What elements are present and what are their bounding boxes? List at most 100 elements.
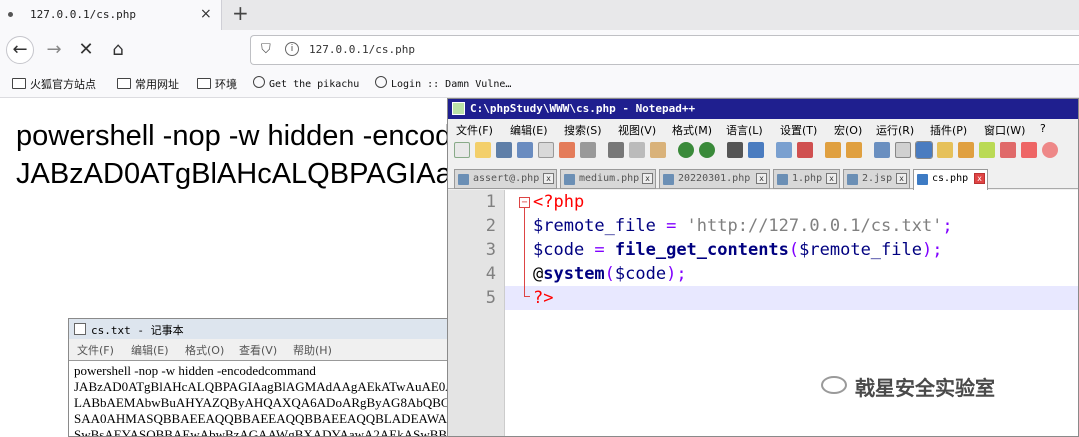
code-operator: = <box>655 216 687 236</box>
redo-icon[interactable] <box>699 142 715 158</box>
sync-h-icon[interactable] <box>846 142 862 158</box>
browser-tab[interactable]: 127.0.0.1/cs.php × <box>0 0 222 30</box>
menu-help[interactable]: ? <box>1040 122 1046 135</box>
replace-icon[interactable] <box>748 142 764 158</box>
bookmark-item[interactable]: Login :: Damn Vulne… <box>375 76 511 90</box>
code-operator: ; <box>942 216 953 236</box>
word-wrap-icon[interactable] <box>874 142 890 158</box>
cut-icon[interactable] <box>608 142 624 158</box>
paste-icon[interactable] <box>650 142 666 158</box>
find-icon[interactable] <box>727 142 743 158</box>
show-all-chars-icon[interactable] <box>895 142 911 158</box>
tab-close-icon[interactable]: x <box>756 173 767 184</box>
file-tab[interactable]: medium.php x <box>560 169 656 189</box>
menu-format[interactable]: 格式(M) <box>672 122 712 138</box>
wechat-logo-icon <box>821 376 847 394</box>
open-folder-icon[interactable] <box>475 142 491 158</box>
file-tab[interactable]: assert@.php x <box>454 169 557 189</box>
bookmark-item[interactable]: 常用网址 <box>117 76 179 92</box>
tab-close-icon[interactable]: x <box>543 173 554 184</box>
tab-close-icon[interactable]: x <box>974 173 985 184</box>
new-tab-button[interactable]: + <box>232 1 249 25</box>
text-line: SAA0AHMASQBBAEEAQQBBAEEAQQBBAEEAQQBLADEA… <box>74 411 448 426</box>
url-text[interactable]: 127.0.0.1/cs.php <box>309 43 415 56</box>
file-tab[interactable]: 20220301.php x <box>659 169 770 189</box>
menu-file[interactable]: 文件(F) <box>456 122 493 138</box>
new-file-icon[interactable] <box>454 142 470 158</box>
file-tab[interactable]: 2.jsp x <box>843 169 910 189</box>
line-number: 5 <box>485 288 496 308</box>
tab-close-icon[interactable]: × <box>200 6 212 22</box>
menu-run[interactable]: 运行(R) <box>876 122 914 138</box>
notepadpp-titlebar[interactable]: C:\phpStudy\WWW\cs.php - Notepad++ <box>448 99 1078 119</box>
tab-close-icon[interactable]: x <box>896 173 907 184</box>
folder-icon <box>12 78 26 89</box>
menu-help[interactable]: 帮助(H) <box>293 342 332 358</box>
tab-close-icon[interactable]: x <box>642 173 653 184</box>
zoom-out-icon[interactable] <box>797 142 813 158</box>
bookmark-item[interactable]: 火狐官方站点 <box>12 76 96 92</box>
tab-title: 127.0.0.1/cs.php <box>30 8 136 21</box>
doc-map-icon[interactable] <box>937 142 953 158</box>
back-button[interactable]: ← <box>6 36 34 64</box>
close-all-icon[interactable] <box>559 142 575 158</box>
save-icon[interactable] <box>496 142 512 158</box>
tab-label: 20220301.php <box>678 173 751 184</box>
bookmark-item[interactable]: Get the pikachu <box>253 76 359 90</box>
window-title: cs.txt - 记事本 <box>91 324 184 337</box>
shield-icon[interactable]: ⛉ <box>261 42 271 57</box>
menu-macro[interactable]: 宏(O) <box>834 122 862 138</box>
fold-toggle-icon[interactable]: − <box>519 197 530 208</box>
file-tab[interactable]: 1.php x <box>773 169 840 189</box>
tab-label: medium.php <box>579 173 640 184</box>
menu-file[interactable]: 文件(F) <box>77 342 114 358</box>
bookmark-label: 火狐官方站点 <box>30 78 96 91</box>
menu-edit[interactable]: 编辑(E) <box>131 342 169 358</box>
code-string: 'http://127.0.0.1/cs.txt' <box>686 216 943 236</box>
code-variable: $remote_file <box>533 216 656 236</box>
menu-format[interactable]: 格式(O) <box>185 342 224 358</box>
notepadpp-tabbar: assert@.php x medium.php x 20220301.php x 1… <box>448 167 1078 190</box>
sync-v-icon[interactable] <box>825 142 841 158</box>
record-macro-icon[interactable] <box>1000 142 1016 158</box>
stop-record-icon[interactable] <box>1021 142 1037 158</box>
menu-edit[interactable]: 编辑(E) <box>510 122 548 138</box>
bookmark-item[interactable]: 环境 <box>197 76 237 92</box>
line-number-gutter: 1 2 3 4 5 <box>448 190 505 436</box>
notepadpp-menubar: 文件(F) 编辑(E) 搜索(S) 视图(V) 格式(M) 语言(L) 设置(T… <box>448 119 1078 139</box>
close-file-icon[interactable] <box>538 142 554 158</box>
zoom-in-icon[interactable] <box>776 142 792 158</box>
tab-close-icon[interactable]: x <box>826 173 837 184</box>
print-icon[interactable] <box>580 142 596 158</box>
menu-language[interactable]: 语言(L) <box>726 122 763 138</box>
menu-search[interactable]: 搜索(S) <box>564 122 602 138</box>
fold-end <box>524 296 530 297</box>
folder-icon <box>197 78 211 89</box>
forward-button[interactable]: → <box>40 36 68 64</box>
file-tab-active[interactable]: cs.php x <box>913 169 988 190</box>
menu-view[interactable]: 查看(V) <box>239 342 277 358</box>
code-operator: ); <box>921 240 943 260</box>
notepad-titlebar[interactable]: cs.txt - 记事本 <box>69 319 447 339</box>
code-operator: ( <box>604 264 615 284</box>
bookmark-label: Get the pikachu <box>269 79 360 90</box>
site-info-icon[interactable]: i <box>285 42 299 56</box>
nav-bar: ← → ✕ ⌂ ⛉ i 127.0.0.1/cs.php <box>0 30 1079 70</box>
home-button[interactable]: ⌂ <box>104 36 132 64</box>
function-list-icon[interactable] <box>958 142 974 158</box>
notepad-text-area[interactable]: powershell -nop -w hidden -encodedcomman… <box>69 360 448 436</box>
file-icon <box>663 174 674 185</box>
menu-settings[interactable]: 设置(T) <box>780 122 817 138</box>
menu-plugins[interactable]: 插件(P) <box>930 122 967 138</box>
tab-strip: 127.0.0.1/cs.php × + <box>0 0 1079 30</box>
indent-guide-icon[interactable] <box>915 141 933 159</box>
undo-icon[interactable] <box>678 142 694 158</box>
menu-view[interactable]: 视图(V) <box>618 122 656 138</box>
folder-workspace-icon[interactable] <box>979 142 995 158</box>
url-bar[interactable]: ⛉ i 127.0.0.1/cs.php <box>250 35 1079 65</box>
menu-window[interactable]: 窗口(W) <box>984 122 1025 138</box>
save-all-icon[interactable] <box>517 142 533 158</box>
play-macro-icon[interactable] <box>1042 142 1058 158</box>
stop-button[interactable]: ✕ <box>72 36 100 64</box>
copy-icon[interactable] <box>629 142 645 158</box>
